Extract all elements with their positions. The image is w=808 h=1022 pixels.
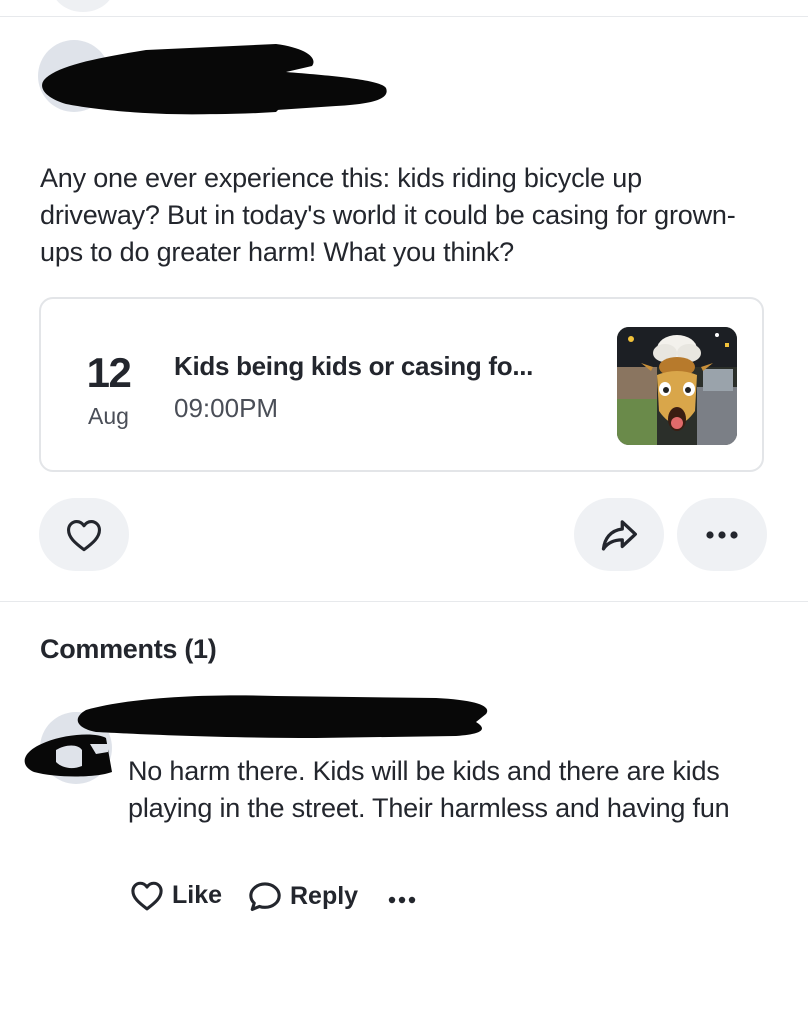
event-time: 09:00PM — [174, 393, 279, 423]
ellipsis-icon — [388, 896, 416, 904]
heart-icon — [67, 519, 101, 551]
divider — [0, 16, 808, 17]
like-button[interactable] — [39, 498, 129, 571]
section-divider — [0, 601, 808, 602]
event-card[interactable]: 12 Aug Kids being kids or casing fo... 0… — [39, 297, 764, 472]
event-title: Kids being kids or casing fo... — [174, 351, 534, 381]
event-day: 12 — [86, 349, 132, 396]
event-month: Aug — [88, 403, 129, 429]
comment-reply-button[interactable]: Reply — [248, 880, 358, 912]
heart-icon — [131, 881, 163, 911]
comment-like-label: Like — [172, 881, 223, 909]
author-name-redaction — [36, 36, 396, 126]
comment-like-button[interactable]: Like — [130, 880, 222, 911]
speech-bubble-icon — [249, 882, 281, 912]
more-options-button[interactable] — [677, 498, 767, 571]
comment-more-button[interactable] — [388, 892, 416, 904]
comment-text: No harm there. Kids will be kids and the… — [128, 756, 730, 823]
post-body: Any one ever experience this: kids ridin… — [40, 163, 736, 267]
previous-item-button[interactable] — [52, 0, 114, 12]
share-arrow-icon — [601, 519, 637, 551]
share-button[interactable] — [574, 498, 664, 571]
comment-reply-label: Reply — [290, 881, 359, 910]
video-thumbnail-icon[interactable] — [617, 327, 737, 445]
comments-heading: Comments (1) — [40, 634, 217, 664]
ellipsis-icon — [706, 530, 738, 539]
